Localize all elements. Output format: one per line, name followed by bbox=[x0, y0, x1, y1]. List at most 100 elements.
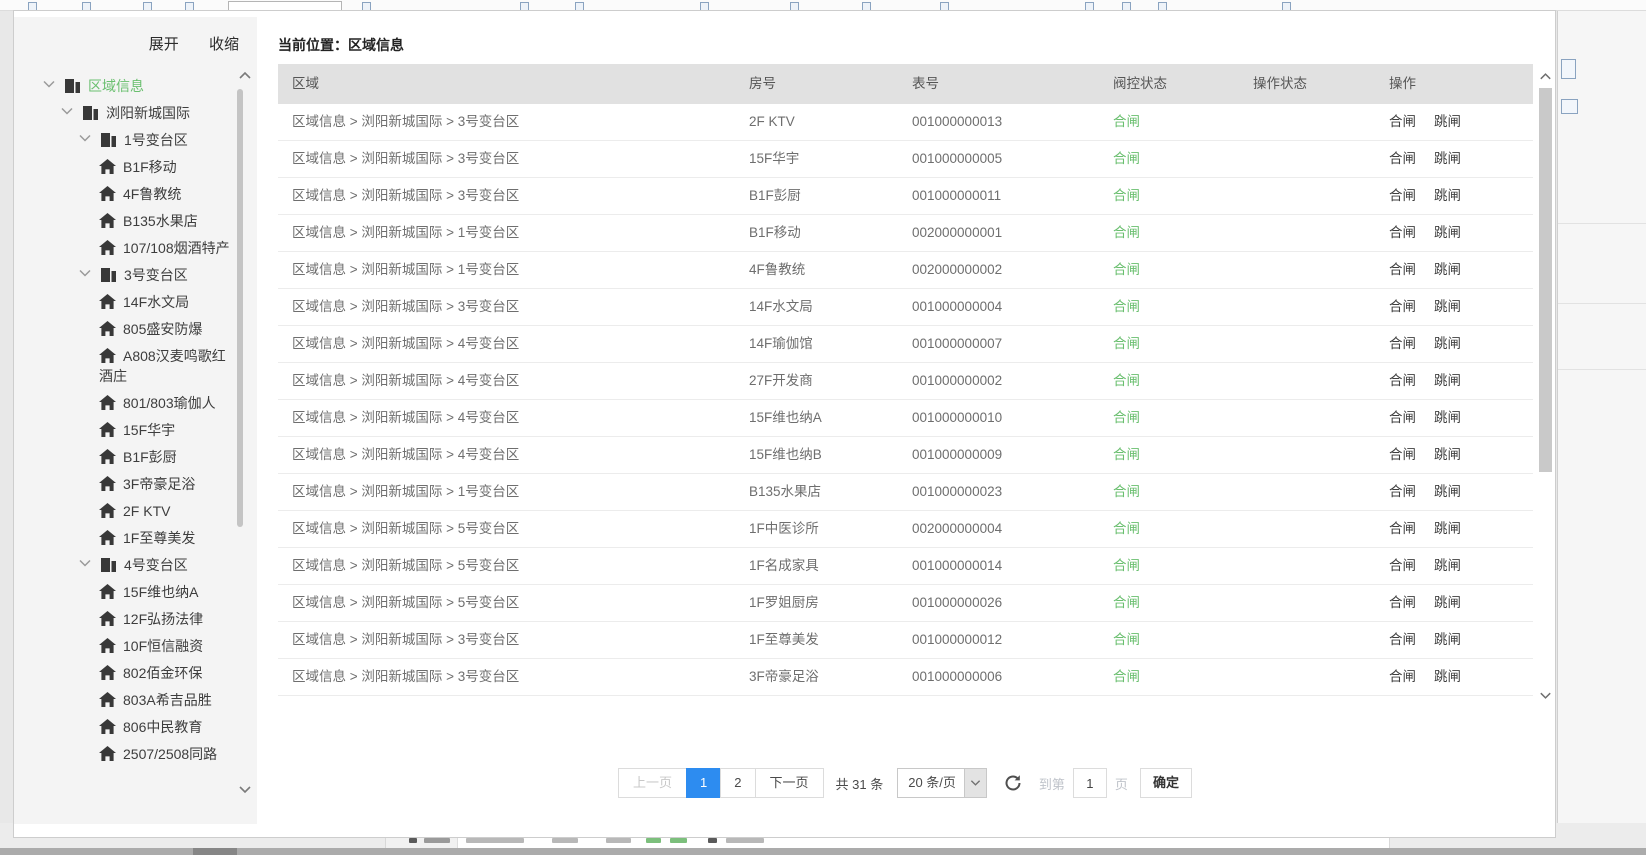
close-switch-action[interactable]: 合闸 bbox=[1389, 373, 1416, 388]
trip-switch-action[interactable]: 跳闸 bbox=[1434, 188, 1461, 203]
tree-leaf-node[interactable]: 14F水文局 bbox=[14, 289, 231, 316]
operation-status-cell bbox=[1239, 659, 1375, 695]
close-switch-action[interactable]: 合闸 bbox=[1389, 484, 1416, 499]
trip-switch-action[interactable]: 跳闸 bbox=[1434, 336, 1461, 351]
expand-all-button[interactable]: 展开 bbox=[149, 36, 179, 53]
room-cell: 27F开发商 bbox=[735, 363, 898, 399]
region-cell: 区域信息 > 浏阳新城国际 > 3号变台区 bbox=[278, 289, 735, 325]
actions-cell: 合闸 跳闸 bbox=[1375, 104, 1533, 140]
region-cell: 区域信息 > 浏阳新城国际 > 5号变台区 bbox=[278, 548, 735, 584]
trip-switch-action[interactable]: 跳闸 bbox=[1434, 595, 1461, 610]
room-cell: B1F彭厨 bbox=[735, 178, 898, 214]
close-switch-action[interactable]: 合闸 bbox=[1389, 595, 1416, 610]
close-switch-action[interactable]: 合闸 bbox=[1389, 188, 1416, 203]
close-switch-action[interactable]: 合闸 bbox=[1389, 521, 1416, 536]
chevron-down-icon[interactable] bbox=[78, 558, 94, 570]
tree-leaf-node[interactable]: 1F至尊美发 bbox=[14, 525, 231, 552]
tree-branch-node[interactable]: 3号变台区 bbox=[14, 262, 231, 289]
trip-switch-action[interactable]: 跳闸 bbox=[1434, 521, 1461, 536]
tree-leaf-node[interactable]: B1F彭厨 bbox=[14, 444, 231, 471]
table-scroll-up-icon[interactable] bbox=[1538, 70, 1553, 84]
tree-leaf-node[interactable]: 12F弘扬法律 bbox=[14, 606, 231, 633]
home-icon bbox=[99, 746, 116, 761]
close-switch-action[interactable]: 合闸 bbox=[1389, 151, 1416, 166]
tree-leaf-node[interactable]: A808汉麦鸣歌红酒庄 bbox=[14, 343, 231, 390]
collapse-all-button[interactable]: 收缩 bbox=[209, 36, 239, 53]
valve-status-cell: 合闸 bbox=[1099, 252, 1239, 288]
tree-leaf-node[interactable]: 806中民教育 bbox=[14, 714, 231, 741]
tree-leaf-node[interactable]: 15F华宇 bbox=[14, 417, 231, 444]
chevron-down-icon[interactable] bbox=[78, 133, 94, 145]
close-switch-action[interactable]: 合闸 bbox=[1389, 632, 1416, 647]
tree-leaf-node[interactable]: 2F KTV bbox=[14, 498, 231, 525]
tree-leaf-node[interactable]: 3F帝豪足浴 bbox=[14, 471, 231, 498]
tree-leaf-node[interactable]: 107/108烟酒特产 bbox=[14, 235, 231, 262]
close-switch-action[interactable]: 合闸 bbox=[1389, 336, 1416, 351]
jump-page-input[interactable] bbox=[1073, 768, 1107, 798]
page-size-select[interactable]: 20 条/页 bbox=[897, 768, 987, 798]
table-scroll-down-icon[interactable] bbox=[1538, 690, 1553, 704]
trip-switch-action[interactable]: 跳闸 bbox=[1434, 151, 1461, 166]
tree-branch-node[interactable]: 1号变台区 bbox=[14, 127, 231, 154]
table-header: 区域 房号 表号 阀控状态 操作状态 操作 bbox=[278, 64, 1533, 104]
tree-leaf-node[interactable]: 10F恒信融资 bbox=[14, 633, 231, 660]
close-switch-action[interactable]: 合闸 bbox=[1389, 447, 1416, 462]
chevron-down-icon[interactable] bbox=[60, 106, 76, 118]
close-switch-action[interactable]: 合闸 bbox=[1389, 669, 1416, 684]
trip-switch-action[interactable]: 跳闸 bbox=[1434, 262, 1461, 277]
tree-branch-node[interactable]: 浏阳新城国际 bbox=[14, 100, 231, 127]
background-page-right bbox=[1557, 11, 1646, 848]
tree-branch-node[interactable]: 4号变台区 bbox=[14, 552, 231, 579]
close-switch-action[interactable]: 合闸 bbox=[1389, 225, 1416, 240]
region-tree: 区域信息浏阳新城国际1号变台区 B1F移动 4F鲁教统B135水果店 107/108烟… bbox=[14, 73, 257, 824]
trip-switch-action[interactable]: 跳闸 bbox=[1434, 299, 1461, 314]
tree-branch-node[interactable]: 区域信息 bbox=[14, 73, 231, 100]
valve-status-cell: 合闸 bbox=[1099, 104, 1239, 140]
meter-number-cell: 001000000011 bbox=[898, 178, 1099, 214]
tree-node-label: B1F移动 bbox=[123, 159, 177, 175]
tree-leaf-node[interactable]: 15F维也纳A bbox=[14, 579, 231, 606]
chevron-down-icon[interactable] bbox=[78, 268, 94, 280]
tree-leaf-node[interactable]: B1F移动 bbox=[14, 154, 231, 181]
next-page-button[interactable]: 下一页 bbox=[755, 768, 824, 798]
close-switch-action[interactable]: 合闸 bbox=[1389, 558, 1416, 573]
actions-cell: 合闸 跳闸 bbox=[1375, 622, 1533, 658]
trip-switch-action[interactable]: 跳闸 bbox=[1434, 114, 1461, 129]
tree-leaf-node[interactable]: 801/803瑜伽人 bbox=[14, 390, 231, 417]
close-switch-action[interactable]: 合闸 bbox=[1389, 262, 1416, 277]
tree-leaf-node[interactable]: 2507/2508同路 bbox=[14, 741, 231, 768]
tree-leaf-node[interactable]: 805盛安防爆 bbox=[14, 316, 231, 343]
table-scrollbar-thumb[interactable] bbox=[1539, 88, 1552, 472]
tree-leaf-node[interactable]: 4F鲁教统 bbox=[14, 181, 231, 208]
trip-switch-action[interactable]: 跳闸 bbox=[1434, 410, 1461, 425]
home-icon bbox=[99, 294, 116, 309]
sidebar-scroll-down-icon[interactable] bbox=[237, 784, 253, 798]
page-button-2[interactable]: 2 bbox=[720, 768, 755, 798]
tree-leaf-node[interactable]: 803A希吉品胜 bbox=[14, 687, 231, 714]
close-switch-action[interactable]: 合闸 bbox=[1389, 114, 1416, 129]
tree-leaf-node[interactable]: B135水果店 bbox=[14, 208, 231, 235]
confirm-button[interactable]: 确定 bbox=[1140, 768, 1192, 798]
refresh-icon[interactable] bbox=[1003, 773, 1023, 793]
actions-cell: 合闸 跳闸 bbox=[1375, 326, 1533, 362]
trip-switch-action[interactable]: 跳闸 bbox=[1434, 447, 1461, 462]
table-scrollbar bbox=[1537, 64, 1554, 704]
chevron-down-icon[interactable] bbox=[42, 79, 58, 91]
valve-status-cell: 合闸 bbox=[1099, 548, 1239, 584]
close-switch-action[interactable]: 合闸 bbox=[1389, 299, 1416, 314]
trip-switch-action[interactable]: 跳闸 bbox=[1434, 373, 1461, 388]
tree-node-label: 2F KTV bbox=[123, 503, 170, 519]
trip-switch-action[interactable]: 跳闸 bbox=[1434, 225, 1461, 240]
sidebar-scrollbar-thumb[interactable] bbox=[237, 89, 243, 527]
tree-leaf-node[interactable]: 802佰金环保 bbox=[14, 660, 231, 687]
page-button-1[interactable]: 1 bbox=[686, 768, 721, 798]
prev-page-button[interactable]: 上一页 bbox=[618, 768, 687, 798]
close-switch-action[interactable]: 合闸 bbox=[1389, 410, 1416, 425]
trip-switch-action[interactable]: 跳闸 bbox=[1434, 558, 1461, 573]
trip-switch-action[interactable]: 跳闸 bbox=[1434, 484, 1461, 499]
trip-switch-action[interactable]: 跳闸 bbox=[1434, 669, 1461, 684]
sidebar-scroll-up-icon[interactable] bbox=[237, 69, 253, 83]
valve-status-cell: 合闸 bbox=[1099, 474, 1239, 510]
tree-node-label: 107/108烟酒特产 bbox=[123, 240, 230, 256]
trip-switch-action[interactable]: 跳闸 bbox=[1434, 632, 1461, 647]
